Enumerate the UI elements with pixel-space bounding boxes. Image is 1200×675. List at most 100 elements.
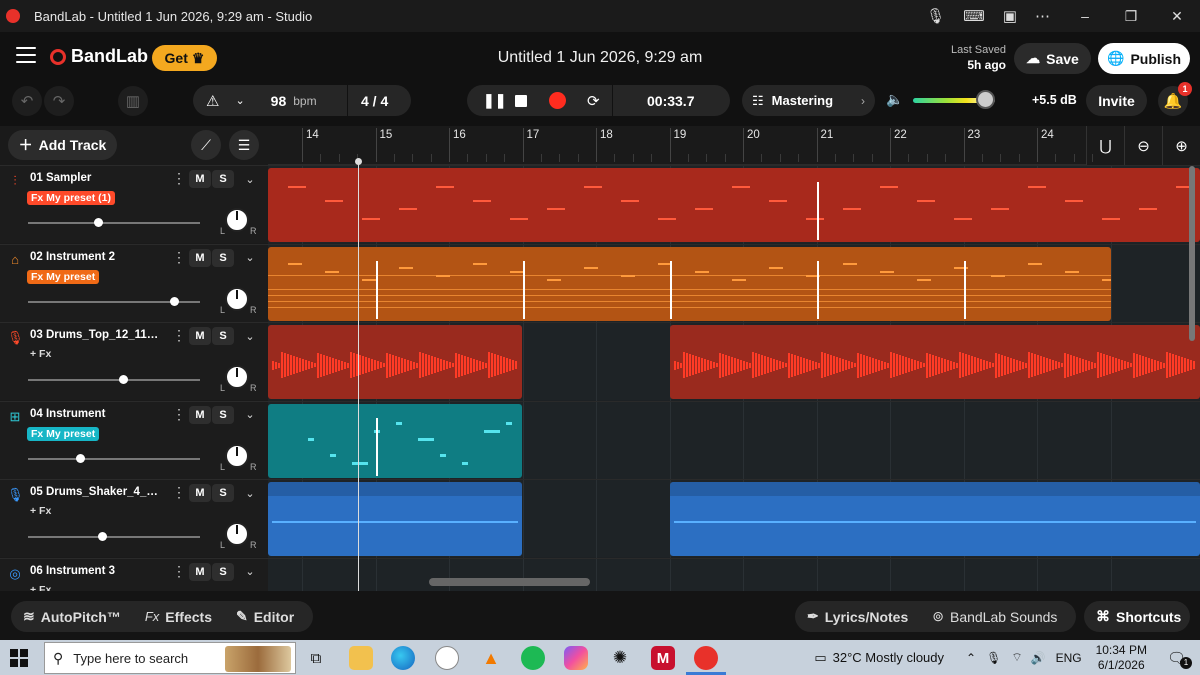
pause-button[interactable]: ❚❚ [483, 92, 506, 109]
track-lane[interactable] [268, 479, 1200, 558]
track-options-icon[interactable]: ⋮ [172, 249, 186, 266]
chevron-down-icon[interactable]: ⌄ [240, 170, 260, 188]
automation-button[interactable]: ⟋ [191, 130, 221, 160]
mcafee-icon[interactable]: M [651, 646, 675, 670]
volume-tray-icon[interactable]: 🔊 [1031, 651, 1046, 665]
fx-preset-badge[interactable]: Fx My preset [27, 426, 100, 441]
track-options-icon[interactable]: ⋮ [172, 563, 186, 580]
chevron-down-icon[interactable]: ⌄ [240, 249, 260, 267]
mute-button[interactable]: M [189, 327, 211, 345]
editor-button[interactable]: ✎ Editor [224, 608, 306, 625]
minimize-button[interactable]: – [1062, 0, 1108, 32]
speaker-icon[interactable]: 🔈 [886, 91, 903, 108]
audio-clip[interactable] [268, 482, 522, 556]
vertical-scrollbar[interactable] [1189, 166, 1195, 341]
chevron-up-icon[interactable]: ⌃ [966, 651, 976, 665]
edge-browser-icon[interactable] [391, 646, 415, 670]
metronome-chevron-icon[interactable]: ⌄ [235, 94, 244, 107]
track-options-icon[interactable]: ⋮ [172, 484, 186, 501]
track-name[interactable]: 06 Instrument 3 [30, 565, 162, 577]
add-track-button[interactable]: ＋ Add Track [8, 130, 117, 160]
track-lane[interactable] [268, 557, 1200, 591]
record-button[interactable] [549, 92, 566, 109]
keyboard-icon[interactable]: ⌨ [963, 7, 985, 25]
chevron-down-icon[interactable]: ⌄ [240, 484, 260, 502]
windows-start-icon[interactable] [10, 649, 28, 667]
zoom-in-icon[interactable]: ⊕ [1162, 126, 1200, 165]
track-header[interactable]: ⌂ 02 Instrument 2 ⋮ M S ⌄ Fx My preset L… [0, 243, 268, 322]
solo-button[interactable]: S [212, 405, 234, 424]
bandlab-taskbar-icon[interactable] [694, 646, 718, 670]
shortcuts-button[interactable]: ⌘ Shortcuts [1084, 601, 1190, 632]
track-lane[interactable] [268, 322, 1200, 401]
copilot-icon[interactable] [564, 646, 588, 670]
close-button[interactable]: ✕ [1154, 0, 1200, 32]
solo-button[interactable]: S [212, 562, 234, 581]
track-volume-handle[interactable] [170, 296, 180, 306]
mute-button[interactable]: M [189, 170, 211, 188]
undo-button[interactable]: ↶ [12, 86, 42, 116]
vlc-icon[interactable]: ▲ [479, 646, 503, 670]
track-header[interactable]: ⫶ 01 Sampler ⋮ M S ⌄ Fx My preset (1) L … [0, 165, 268, 243]
clock[interactable]: 10:34 PM 6/1/2026 [1096, 643, 1147, 673]
playhead[interactable] [358, 161, 359, 591]
chatgpt-icon[interactable]: ✺ [608, 646, 632, 670]
mastering-button[interactable]: ☷ Mastering › [742, 85, 875, 116]
track-settings-button[interactable]: ☰ [229, 130, 259, 160]
pan-knob[interactable] [225, 208, 249, 232]
track-volume-handle[interactable] [93, 218, 103, 227]
track-name[interactable]: 03 Drums_Top_12_113_... [30, 329, 162, 341]
pan-knob[interactable] [225, 365, 249, 389]
track-lane[interactable] [268, 165, 1200, 244]
zoom-out-icon[interactable]: ⊖ [1124, 126, 1162, 165]
track-header[interactable]: 🎙 05 Drums_Shaker_4_11... ⋮ M S ⌄ + Fx L… [0, 479, 268, 557]
language-indicator[interactable]: ENG [1056, 651, 1082, 665]
pan-knob[interactable] [225, 286, 249, 311]
solo-button[interactable]: S [212, 248, 234, 267]
track-options-icon[interactable]: ⋮ [172, 170, 186, 187]
add-fx-button[interactable]: + Fx [30, 505, 51, 517]
track-volume-slider[interactable] [28, 536, 200, 538]
network-icon[interactable]: ⌔ [1011, 650, 1022, 665]
audio-clip[interactable] [268, 168, 1200, 242]
audio-clip[interactable] [268, 246, 1111, 321]
more-options-icon[interactable]: ⋯ [1035, 7, 1050, 25]
horizontal-scrollbar[interactable] [429, 578, 590, 586]
track-name[interactable]: 05 Drums_Shaker_4_11... [30, 486, 162, 498]
redo-button[interactable]: ↷ [44, 86, 74, 116]
track-volume-handle[interactable] [98, 532, 108, 541]
mute-button[interactable]: M [189, 484, 211, 502]
maximize-button[interactable]: ❐ [1108, 0, 1154, 32]
timeline-ruler[interactable]: ⋃ ⊖ ⊕ 14 15 16 17 18 19 20 21 22 23 24 [268, 126, 1200, 165]
metronome-icon[interactable]: ⚠ [206, 92, 219, 110]
track-volume-slider[interactable] [28, 457, 200, 460]
weather-icon[interactable]: ▭ [814, 650, 826, 666]
track-options-icon[interactable]: ⋮ [172, 406, 186, 423]
track-name[interactable]: 04 Instrument [30, 408, 162, 420]
track-header[interactable]: 🎙 03 Drums_Top_12_113_... ⋮ M S ⌄ + Fx L… [0, 322, 268, 400]
keyboard-view-button[interactable]: ▥ [118, 86, 148, 116]
audio-clip[interactable] [268, 403, 522, 478]
microphone-icon[interactable]: 🎙 [926, 7, 945, 25]
fx-preset-badge[interactable]: Fx My preset [27, 269, 100, 284]
arrangement-view[interactable]: ⋃ ⊖ ⊕ 14 15 16 17 18 19 20 21 22 23 24 [268, 126, 1200, 591]
stop-button[interactable] [515, 95, 527, 107]
loop-button[interactable]: ⟳ [587, 92, 600, 110]
bpm-value[interactable]: 98 [271, 93, 287, 109]
track-lane[interactable] [268, 400, 1200, 480]
solo-button[interactable]: S [212, 484, 234, 502]
brand-logo[interactable]: BandLab [50, 46, 148, 67]
chevron-down-icon[interactable]: ⌄ [240, 563, 260, 581]
track-lane[interactable] [268, 243, 1200, 323]
mute-button[interactable]: M [189, 248, 211, 267]
get-membership-button[interactable]: Get ♛ [152, 45, 217, 71]
track-header[interactable]: ◎ 06 Instrument 3 ⋮ M S ⌄ + Fx L R [0, 557, 268, 591]
time-signature[interactable]: 4 / 4 [361, 93, 388, 109]
cast-icon[interactable]: ▣ [1003, 7, 1017, 25]
mute-button[interactable]: M [189, 405, 211, 424]
microphone-tray-icon[interactable]: 🎙 [986, 651, 1001, 665]
save-button[interactable]: ☁ Save [1014, 43, 1091, 74]
audio-clip[interactable] [670, 482, 1200, 556]
chevron-down-icon[interactable]: ⌄ [240, 327, 260, 345]
mute-button[interactable]: M [189, 562, 211, 581]
